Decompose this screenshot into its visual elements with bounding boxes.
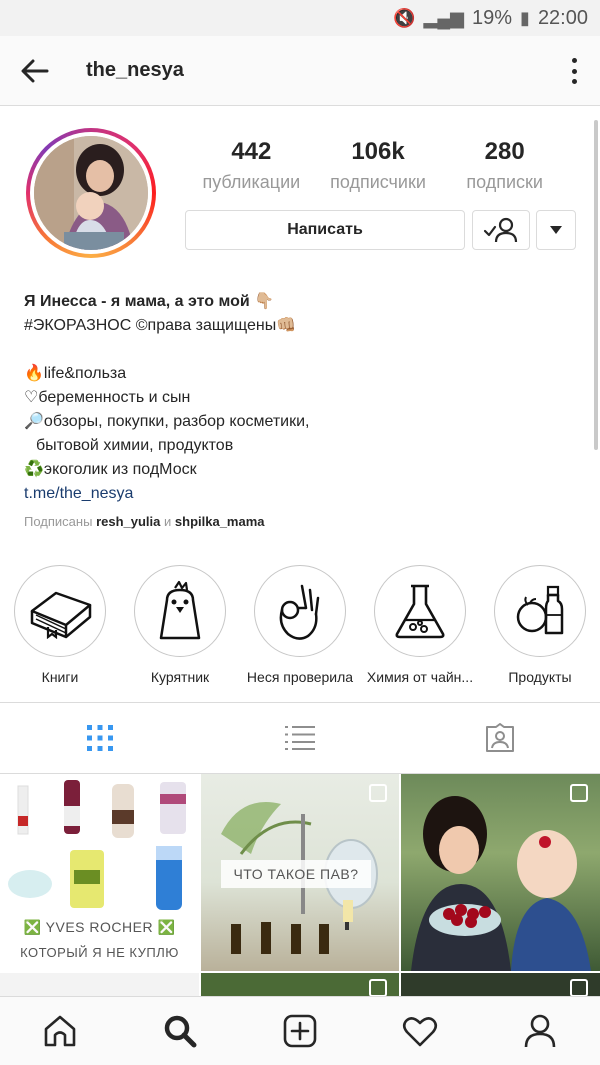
battery-level: 19% bbox=[472, 6, 513, 29]
message-button[interactable]: Написать bbox=[185, 210, 465, 250]
nav-activity[interactable] bbox=[360, 997, 480, 1065]
plus-square-icon bbox=[283, 1014, 317, 1048]
bio-link[interactable]: t.me/the_nesya bbox=[24, 482, 574, 506]
story-highlights: Книги Курятник Неся проверила Химия от ч… bbox=[0, 565, 600, 685]
post-tile[interactable] bbox=[201, 973, 399, 996]
post-tile[interactable] bbox=[401, 973, 600, 996]
followed-by: Подписаны resh_yulia и shpilka_mama bbox=[24, 514, 265, 529]
highlight-label: Курятник bbox=[150, 669, 210, 685]
avatar-story-ring[interactable] bbox=[26, 128, 156, 258]
highlight-checked[interactable]: Неся проверила bbox=[240, 565, 360, 685]
signal-icon: ▂▄▆ bbox=[423, 7, 464, 28]
nav-profile[interactable] bbox=[480, 997, 600, 1065]
following-count: 280 bbox=[484, 138, 525, 165]
more-dot-icon bbox=[571, 68, 577, 74]
triangle-down-icon bbox=[550, 226, 562, 234]
posts-count: 442 bbox=[231, 138, 272, 165]
ok-hand-icon bbox=[279, 584, 320, 640]
bio-line: бытовой химии, продуктов bbox=[36, 437, 234, 454]
clock: 22:00 bbox=[537, 6, 588, 29]
nav-new-post[interactable] bbox=[240, 997, 360, 1065]
posts-label: публикации bbox=[202, 172, 301, 192]
stat-followers[interactable]: 106k подписчики bbox=[315, 138, 442, 193]
profile-tabs bbox=[0, 702, 600, 774]
multi-photo-icon bbox=[369, 979, 387, 996]
post-tile[interactable]: ❎ YVES ROCHER ❎ КОТОРЫЙ Я НЕ КУПЛЮ bbox=[0, 774, 199, 971]
groceries-icon bbox=[516, 585, 564, 635]
bio-line: 🔎обзоры, покупки, разбор косметики, bbox=[24, 413, 310, 430]
mute-icon: 🔇 bbox=[393, 7, 416, 28]
tab-list[interactable] bbox=[200, 703, 400, 773]
highlight-label: Химия от чайн... bbox=[366, 669, 474, 685]
status-bar: 🔇 ▂▄▆ 19% ▮ 22:00 bbox=[0, 0, 600, 36]
heart-icon bbox=[402, 1017, 438, 1047]
posts-grid: ❎ YVES ROCHER ❎ КОТОРЫЙ Я НЕ КУПЛЮ ЧТО Т… bbox=[0, 774, 600, 996]
stat-posts[interactable]: 442 публикации bbox=[188, 138, 315, 193]
stat-following[interactable]: 280 подписки bbox=[441, 138, 568, 193]
tagged-icon bbox=[486, 723, 514, 752]
highlight-label: Книги bbox=[41, 669, 79, 685]
bio-line: 🔥life&польза bbox=[24, 365, 127, 382]
avatar-photo bbox=[34, 136, 148, 250]
followed-by-user[interactable]: resh_yulia bbox=[96, 514, 160, 529]
flask-icon bbox=[395, 584, 445, 639]
nav-search[interactable] bbox=[120, 997, 240, 1065]
battery-icon: ▮ bbox=[520, 7, 530, 28]
profile-icon bbox=[524, 1014, 556, 1048]
more-dot-icon bbox=[571, 79, 577, 84]
person-check-icon bbox=[483, 217, 518, 243]
highlight-chemistry[interactable]: Химия от чайн... bbox=[360, 565, 480, 685]
followers-label: подписчики bbox=[330, 172, 426, 192]
highlight-groceries[interactable]: Продукты bbox=[480, 565, 600, 685]
top-bar: the_nesya bbox=[0, 36, 600, 106]
tab-grid[interactable] bbox=[0, 703, 200, 773]
more-dot-icon bbox=[571, 58, 577, 63]
post-tile[interactable]: ЧТО ТАКОЕ ПАВ? bbox=[201, 774, 399, 971]
bio-line: ♡беременность и сын bbox=[24, 389, 191, 406]
highlight-label: Продукты bbox=[508, 669, 572, 685]
followed-by-user[interactable]: shpilka_mama bbox=[175, 514, 265, 529]
grid-icon bbox=[87, 725, 113, 751]
highlight-label: Неся проверила bbox=[246, 669, 354, 685]
books-icon bbox=[30, 591, 92, 639]
post-tile[interactable] bbox=[401, 774, 600, 971]
following-label: подписки bbox=[466, 172, 543, 192]
post-caption: КОТОРЫЙ Я НЕ КУПЛЮ bbox=[20, 945, 179, 960]
multi-photo-icon bbox=[369, 784, 387, 802]
suggestions-dropdown-button[interactable] bbox=[536, 210, 576, 250]
post-image-cherries bbox=[411, 796, 591, 971]
home-icon bbox=[44, 1015, 76, 1047]
list-icon bbox=[285, 726, 315, 750]
post-caption: ЧТО ТАКОЕ ПАВ? bbox=[221, 860, 371, 888]
cross-icon: ❎ bbox=[157, 919, 176, 935]
multi-photo-icon bbox=[570, 784, 588, 802]
back-arrow-icon bbox=[21, 59, 49, 82]
post-brand: YVES ROCHER bbox=[45, 919, 154, 935]
back-button[interactable] bbox=[0, 36, 70, 106]
following-button[interactable] bbox=[472, 210, 530, 250]
bio-line: ♻️экоголик из подМоск bbox=[24, 461, 197, 478]
profile-name: Я Инесса - я мама, а это мой 👇🏼 bbox=[24, 293, 275, 310]
multi-photo-icon bbox=[570, 979, 588, 996]
tab-tagged[interactable] bbox=[400, 703, 600, 773]
highlight-chickens[interactable]: Курятник bbox=[120, 565, 240, 685]
avatar bbox=[34, 136, 148, 250]
profile-stats: 442 публикации 106k подписчики 280 подпи… bbox=[188, 138, 568, 193]
bio-line: #ЭКОРАЗНОС ©права защищены👊🏼 bbox=[24, 317, 297, 334]
page-title: the_nesya bbox=[86, 59, 184, 81]
post-tile[interactable] bbox=[0, 973, 199, 996]
chicken-icon bbox=[159, 580, 201, 640]
bottom-navigation bbox=[0, 996, 600, 1065]
nav-home[interactable] bbox=[0, 997, 120, 1065]
cross-icon: ❎ bbox=[23, 919, 42, 935]
profile-bio: Я Инесса - я мама, а это мой 👇🏼 #ЭКОРАЗН… bbox=[24, 290, 574, 534]
followers-count: 106k bbox=[351, 138, 405, 165]
search-icon bbox=[164, 1015, 197, 1048]
highlight-books[interactable]: Книги bbox=[0, 565, 120, 685]
more-options-button[interactable] bbox=[562, 54, 586, 88]
post-image-products bbox=[8, 780, 186, 910]
scrollbar[interactable] bbox=[594, 120, 598, 450]
